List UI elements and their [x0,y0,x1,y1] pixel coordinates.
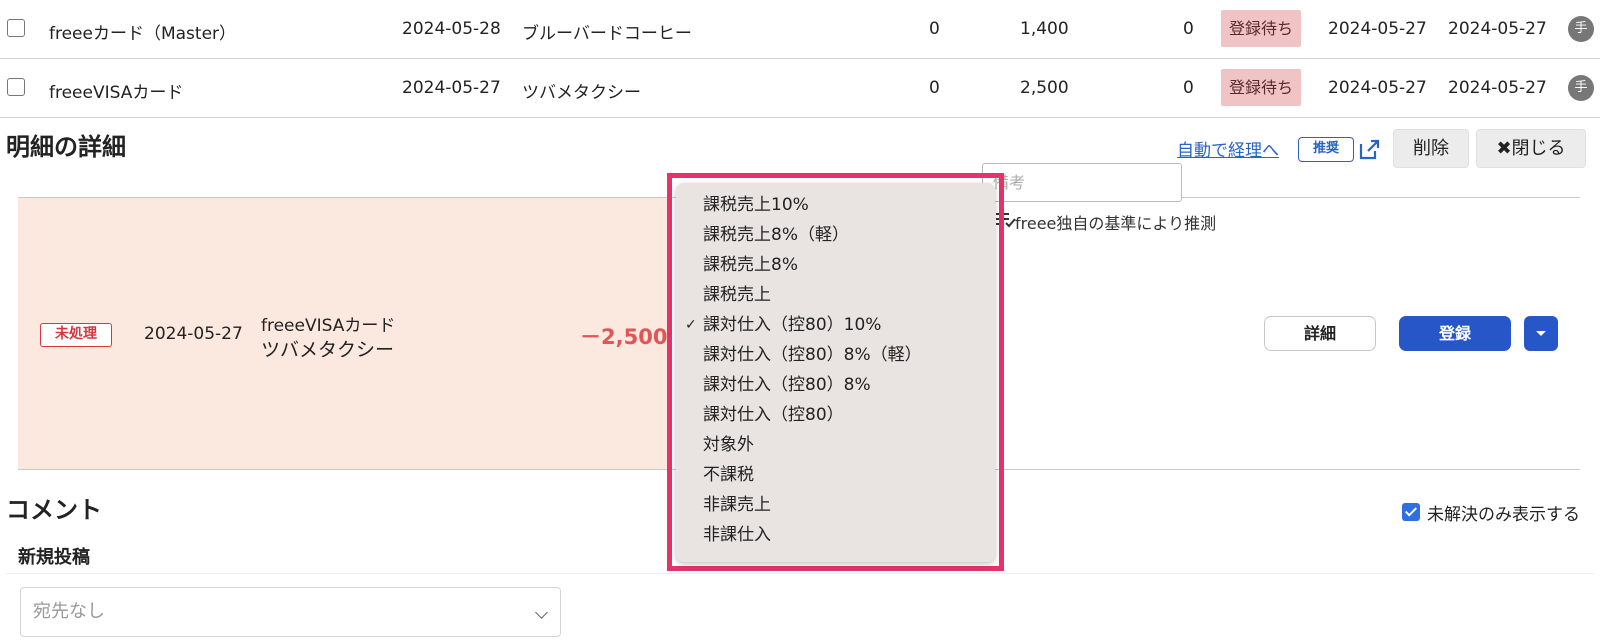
date-column-3: 2024-05-27 [1448,78,1547,98]
vendor-name: ブルーバードコーヒー [522,24,692,44]
tax-option[interactable]: 対象外 [703,430,754,460]
check-icon: ✓ [685,317,697,333]
card-name: freeeカード（Master） [49,24,237,44]
unresolved-only-checkbox[interactable] [1402,503,1420,521]
tax-option[interactable]: 課対仕入（控80） [703,400,844,430]
recipient-select[interactable]: 宛先なし [20,587,561,637]
other-amount: 0 [1183,19,1194,39]
detail-title: 明細の詳細 [6,133,126,161]
income-amount: 0 [929,78,940,98]
vendor-name: ツバメタクシー [522,83,641,103]
income-amount: 0 [929,19,940,39]
close-label: 閉じる [1511,138,1566,159]
card-name: freeeVISAカード [49,83,184,103]
tax-option[interactable]: 課税売上8% [703,250,798,280]
tax-option[interactable]: 課対仕入（控80）8%（軽） [703,340,922,370]
new-post-heading: 新規投稿 [18,547,90,568]
manual-badge: 手 [1568,75,1594,101]
tax-option-selected[interactable]: 課対仕入（控80）10% [703,310,881,340]
chevron-down-icon [535,606,548,619]
transaction-date: 2024-05-28 [402,19,501,39]
close-icon: ✖ [1496,138,1512,159]
unresolved-only-label[interactable]: 未解決のみ表示する [1427,500,1580,525]
status-badge: 登録待ち [1221,69,1301,106]
delete-button[interactable]: 削除 [1393,129,1469,168]
tax-option[interactable]: 非課売上 [703,490,771,520]
tax-option[interactable]: 不課税 [703,460,754,490]
detail-button[interactable]: 詳細 [1264,316,1376,351]
date-column-3: 2024-05-27 [1448,19,1547,39]
status-badge: 登録待ち [1221,10,1301,47]
manual-badge: 手 [1568,16,1594,42]
table-row[interactable]: freeeカード（Master） 2024-05-28 ブルーバードコーヒー 0… [0,0,1600,59]
external-link-icon[interactable] [1357,138,1381,162]
transaction-date: 2024-05-27 [402,78,501,98]
detail-card-name: freeeVISAカード [261,316,396,336]
guess-note: freee独自の基準により推測 [1015,214,1217,233]
register-dropdown-button[interactable] [1524,316,1558,351]
recipient-placeholder: 宛先なし [33,601,105,622]
row-checkbox[interactable] [7,78,25,96]
auto-accounting-link[interactable]: 自動で経理へ [1177,136,1279,161]
table-row[interactable]: freeeVISAカード 2024-05-27 ツバメタクシー 0 2,500 … [0,59,1600,118]
other-amount: 0 [1183,78,1194,98]
tax-option[interactable]: 課税売上10% [703,190,809,220]
tax-option[interactable]: 非課仕入 [703,520,771,550]
tax-option[interactable]: 課税売上8%（軽） [703,220,849,250]
close-button[interactable]: ✖閉じる [1476,129,1586,168]
date-column-2: 2024-05-27 [1328,19,1427,39]
expense-amount: 1,400 [1020,19,1069,39]
tax-category-dropdown[interactable]: ✓ 課税売上10% 課税売上8%（軽） 課税売上8% 課税売上 課対仕入（控80… [676,183,995,562]
row-checkbox[interactable] [7,19,25,37]
tax-option[interactable]: 課対仕入（控80）8% [703,370,871,400]
divider [6,573,1594,574]
detail-amount: －2,500 [580,325,668,349]
comment-title: コメント [6,496,102,524]
recommend-badge: 推奨 [1298,137,1354,162]
detail-vendor-name: ツバメタクシー [261,339,395,361]
expense-amount: 2,500 [1020,78,1069,98]
tax-option[interactable]: 課税売上 [703,280,771,310]
memo-input[interactable]: 備考 [982,163,1182,202]
status-badge: 未処理 [40,323,112,347]
detail-date: 2024-05-27 [144,324,243,344]
register-button[interactable]: 登録 [1399,316,1511,351]
date-column-2: 2024-05-27 [1328,78,1427,98]
